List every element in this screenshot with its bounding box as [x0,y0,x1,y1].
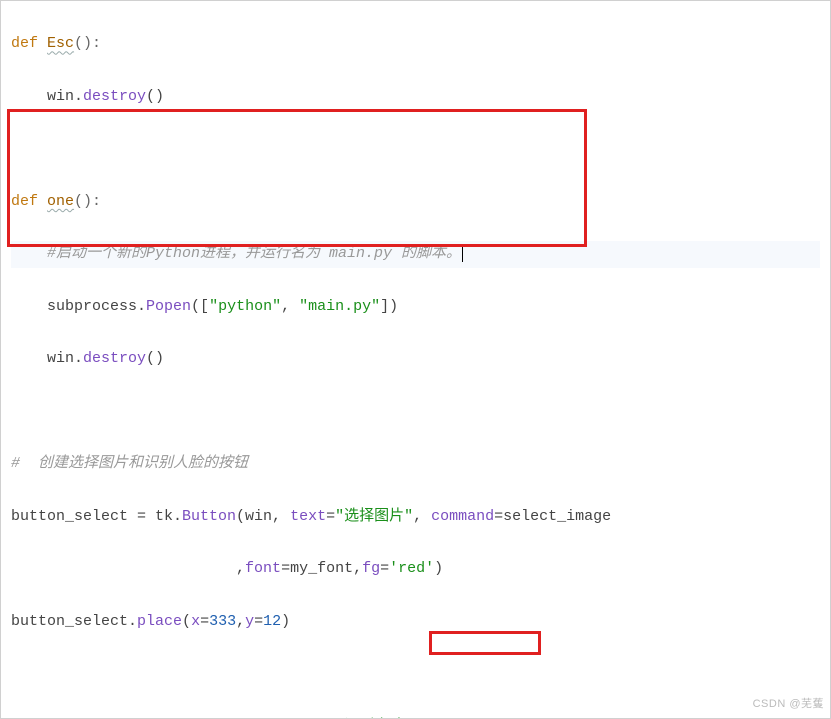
code-block: def Esc(): win.destroy() def one(): #启动一… [1,1,830,719]
blank-line [11,661,820,687]
blank-line [11,136,820,162]
comment: #启动一个新的Python进程，并运行名为 main.py 的脚本。 [11,245,461,262]
code-screenshot: def Esc(): win.destroy() def one(): #启动一… [0,0,831,719]
func-name: Esc [47,35,74,52]
code-line: #启动一个新的Python进程，并运行名为 main.py 的脚本。 [11,241,820,267]
code-line: # 创建选择图片和识别人脸的按钮 [11,451,820,477]
code-line: button_detect = tk.Button(win, text="识别人… [11,714,820,719]
code-line: def Esc(): [11,31,820,57]
func-name: one [47,193,74,210]
watermark: CSDN @芜蒦 [753,695,824,714]
comment: # 创建选择图片和识别人脸的按钮 [11,455,248,472]
code-line: ,font=my_font,fg='red') [11,556,820,582]
code-line: button_select.place(x=333,y=12) [11,609,820,635]
blank-line [11,399,820,425]
code-line: button_select = tk.Button(win, text="选择图… [11,504,820,530]
keyword-def: def [11,35,38,52]
code-line: win.destroy() [11,346,820,372]
code-line: def one(): [11,189,820,215]
text-cursor [462,246,463,263]
code-line: win.destroy() [11,84,820,110]
keyword-def: def [11,193,38,210]
code-line: subprocess.Popen(["python", "main.py"]) [11,294,820,320]
